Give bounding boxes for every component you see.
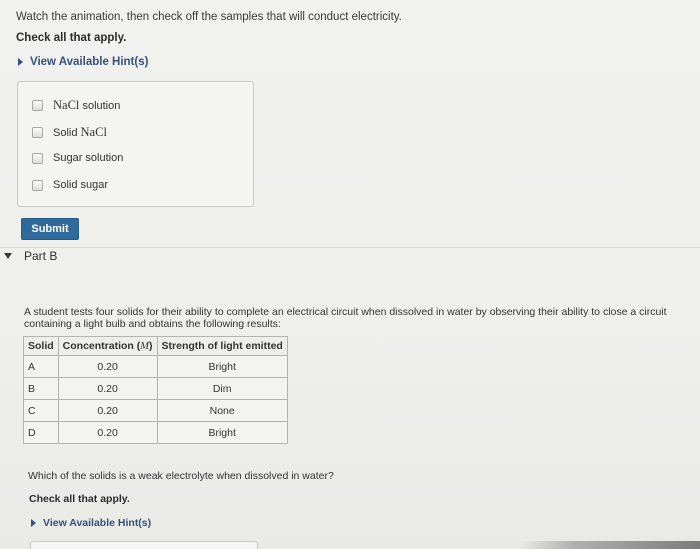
cell-strength: Dim	[156, 377, 288, 400]
checkbox-nacl-solution[interactable]	[32, 100, 43, 111]
cell-concentration: 0.20	[57, 355, 158, 378]
cell-strength: Bright	[156, 355, 288, 378]
cell-concentration: 0.20	[57, 399, 158, 422]
submit-button[interactable]: Submit	[21, 218, 79, 240]
option-label: Sugar solution	[53, 152, 124, 164]
view-hints-link[interactable]: View Available Hint(s)	[31, 517, 151, 529]
cell-solid: B	[23, 377, 59, 400]
check-all-label: Check all that apply.	[16, 32, 127, 44]
header-concentration-unit: M	[140, 341, 150, 352]
answer-options-box: NaCl solution Solid NaCl Sugar solution …	[17, 81, 254, 207]
taskbar	[520, 541, 700, 549]
option-nacl-solution[interactable]: NaCl solution	[32, 98, 120, 113]
option-solid-sugar[interactable]: Solid sugar	[32, 179, 108, 191]
view-hints-link[interactable]: View Available Hint(s)	[18, 56, 148, 68]
option-label: solution	[79, 99, 121, 112]
answer-options-box	[30, 541, 258, 549]
header-concentration-close: )	[149, 340, 153, 352]
checkbox-sugar-solution[interactable]	[32, 152, 43, 164]
cell-solid: A	[23, 355, 59, 378]
table-row: C 0.20 None	[23, 399, 288, 422]
view-hints-label: View Available Hint(s)	[30, 56, 149, 68]
cell-strength: None	[156, 399, 288, 422]
part-b-problem-text: A student tests four solids for their ab…	[24, 306, 667, 330]
caret-right-icon	[31, 519, 36, 527]
header-solid: Solid	[23, 336, 59, 356]
checkbox-solid-nacl[interactable]	[32, 127, 43, 138]
results-table: Solid Concentration (M) Strength of ligh…	[23, 336, 288, 444]
cell-concentration: 0.20	[57, 421, 158, 444]
table-row: A 0.20 Bright	[23, 355, 288, 378]
view-hints-label: View Available Hint(s)	[43, 517, 152, 529]
header-strength: Strength of light emitted	[156, 336, 288, 356]
option-sugar-solution[interactable]: Sugar solution	[32, 152, 123, 164]
part-b-question: Which of the solids is a weak electrolyt…	[28, 470, 334, 482]
cell-strength: Bright	[156, 421, 288, 444]
check-all-label: Check all that apply.	[29, 493, 130, 505]
header-concentration-text: Concentration (	[62, 340, 141, 352]
formula-nacl: NaCl	[53, 98, 80, 112]
cell-solid: C	[23, 399, 59, 422]
table-row: B 0.20 Dim	[23, 377, 288, 400]
formula-nacl: NaCl	[80, 125, 107, 139]
table-row: D 0.20 Bright	[23, 421, 288, 444]
table-header-row: Solid Concentration (M) Strength of ligh…	[23, 336, 288, 356]
option-solid-nacl[interactable]: Solid NaCl	[32, 125, 107, 140]
option-label: Solid sugar	[53, 179, 109, 191]
option-label: Solid	[53, 126, 81, 139]
caret-right-icon	[18, 58, 23, 66]
cell-solid: D	[23, 421, 59, 444]
cell-concentration: 0.20	[57, 377, 158, 400]
checkbox-solid-sugar[interactable]	[32, 179, 43, 191]
header-concentration: Concentration (M)	[57, 336, 158, 356]
part-a-instructions: Watch the animation, then check off the …	[16, 11, 402, 23]
part-b-title: Part B	[24, 249, 58, 263]
section-divider	[0, 247, 700, 248]
collapse-part-b-icon[interactable]	[4, 253, 12, 259]
